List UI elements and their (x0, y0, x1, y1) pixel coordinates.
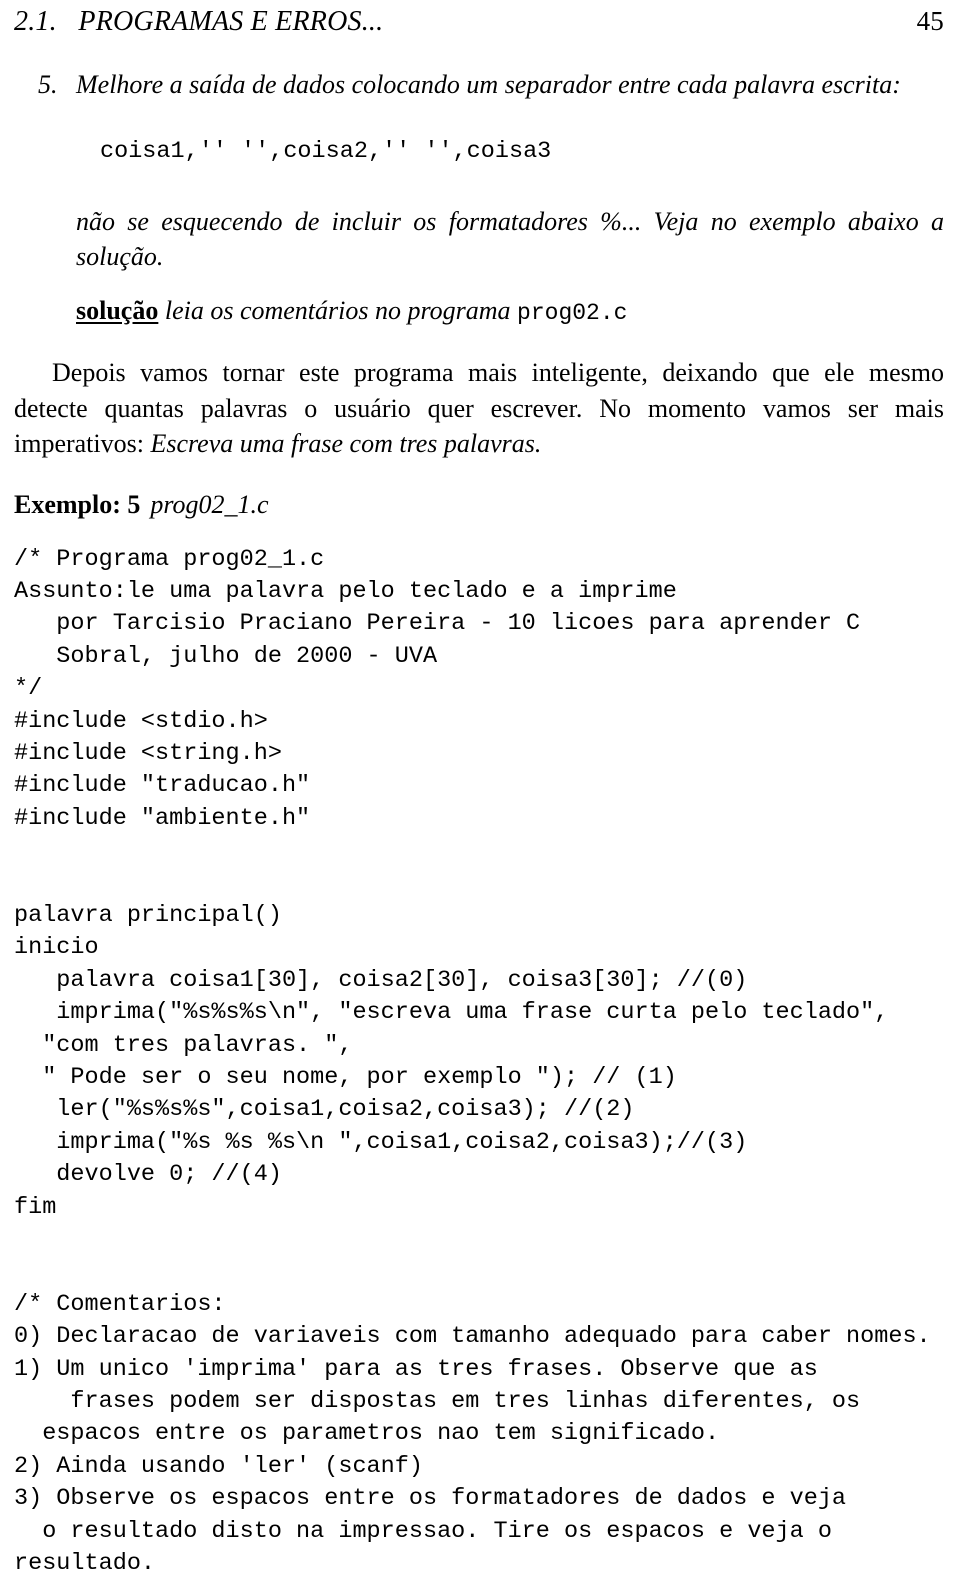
exercise-text-part1: Melhore a saída de dados (76, 70, 352, 99)
code-line: /* Comentarios: (14, 1290, 226, 1318)
code-line: palavra principal() (14, 901, 282, 929)
code-line: " Pode ser o seu nome, por exemplo "); /… (14, 1063, 677, 1091)
code-line: frases podem ser dispostas em tres linha… (14, 1388, 861, 1415)
code-line: "com tres palavras. ", (14, 1031, 353, 1059)
code-line: devolve 0; //(4) (14, 1161, 282, 1189)
code-listing: /* Programa prog02_1.c Assunto:le uma pal… (14, 544, 944, 1581)
code-line: por Tarcisio Praciano Pereira - 10 licoe… (14, 610, 861, 638)
body-paragraph-italic: Escreva uma frase com tres palavras. (150, 429, 542, 458)
code-line: espacos entre os parametros nao tem sign… (14, 1420, 720, 1448)
code-line: #include "ambiente.h" (14, 804, 311, 832)
solucao-middle-text: leia os comentários no programa (158, 296, 518, 325)
code-line: 0) Declaracao de variaveis com tamanho a… (14, 1323, 931, 1351)
code-line: */ (14, 675, 43, 703)
code-line: 2) Ainda usando 'ler' (scanf) (14, 1452, 423, 1480)
exercise-code-snippet: coisa1,'' '',coisa2,'' '',coisa3 (100, 138, 552, 165)
code-line: imprima("%s%s%s\n", "escreva uma frase c… (14, 999, 889, 1027)
exercise-text-part2: colocando um separador entre cada palavr… (351, 70, 901, 99)
code-line: resultado. (14, 1550, 156, 1578)
exemplo-heading: Exemplo: 5 prog02_1.c (14, 488, 944, 522)
page-number: 45 (916, 6, 944, 36)
solucao-label: solução (76, 296, 159, 325)
code-line: #include <string.h> (14, 739, 282, 767)
code-line: fim (14, 1193, 57, 1221)
running-header: 2.1. PROGRAMAS E ERROS... 45 (14, 0, 944, 39)
code-line: 1) Um unico 'imprima' para as tres frase… (14, 1355, 818, 1383)
solucao-line: solução leia os comentários no programa … (14, 293, 944, 331)
code-line: #include "traducao.h" (14, 772, 311, 800)
exercise-list: 5. Melhore a saída de dados colocando um … (14, 67, 944, 331)
code-line: #include <stdio.h> (14, 707, 268, 735)
code-line: imprima("%s %s %s\n ",coisa1,coisa2,cois… (14, 1128, 748, 1156)
exercise-marker: 5. (38, 70, 58, 99)
exercise-tail-text: não se esquecendo de incluir os formatad… (76, 207, 944, 271)
code-line: ler("%s%s%s",coisa1,coisa2,coisa3); //(2… (14, 1096, 635, 1124)
body-paragraph: Depois vamos tornar este programa mais i… (14, 355, 944, 462)
code-line: o resultado disto na impressao. Tire os … (14, 1517, 832, 1545)
exemplo-filename: prog02_1.c (150, 489, 269, 519)
code-line: Sobral, julho de 2000 - UVA (14, 642, 438, 670)
code-line: palavra coisa1[30], coisa2[30], coisa3[3… (14, 966, 748, 994)
code-line: Assunto:le uma palavra pelo teclado e a … (14, 577, 677, 605)
code-line: /* Programa prog02_1.c (14, 545, 325, 573)
solucao-filename: prog02.c (517, 300, 628, 326)
exemplo-label: Exemplo: 5 (14, 489, 141, 519)
code-line: inicio (14, 934, 99, 962)
running-header-title: 2.1. PROGRAMAS E ERROS... (14, 6, 384, 37)
exercise-item-5: 5. Melhore a saída de dados colocando um … (14, 67, 944, 102)
code-line: 3) Observe os espacos entre os formatado… (14, 1485, 847, 1513)
document-page: 2.1. PROGRAMAS E ERROS... 45 5. Melhore a… (0, 0, 960, 1595)
